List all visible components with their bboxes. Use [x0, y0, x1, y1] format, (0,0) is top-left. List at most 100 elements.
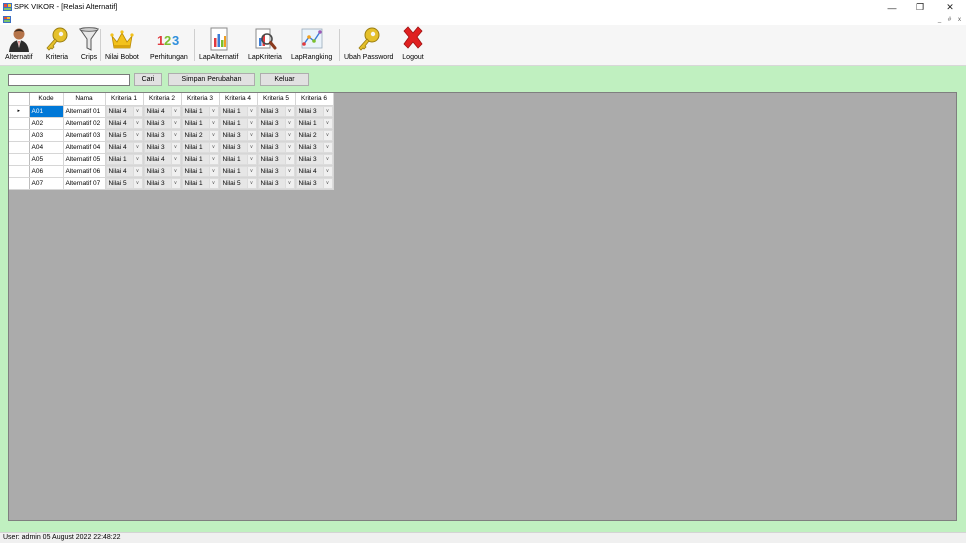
toolbar-crips-button[interactable]: Crips [76, 26, 102, 65]
cell-kriteria-3[interactable]: Nilai 1 ∨ [181, 105, 220, 118]
combo-box[interactable]: Nilai 3 ∨ [219, 129, 257, 141]
mdi-close-button[interactable]: x [955, 15, 964, 24]
chevron-down-icon[interactable]: ∨ [323, 129, 333, 141]
chevron-down-icon[interactable]: ∨ [323, 117, 333, 129]
cell-kriteria-3[interactable]: Nilai 1 ∨ [181, 165, 220, 178]
combo-box[interactable]: Nilai 3 ∨ [143, 117, 181, 129]
combo-box[interactable]: Nilai 1 ∨ [181, 117, 219, 129]
cell-kode[interactable]: A05 [29, 153, 64, 166]
cell-kode[interactable]: A04 [29, 141, 64, 154]
cell-kode[interactable]: A01 [29, 105, 64, 118]
cell-nama[interactable]: Alternatif 06 [63, 165, 106, 178]
toolbar-nilai-bobot-button[interactable]: Nilai Bobot [105, 26, 139, 65]
chevron-down-icon[interactable]: ∨ [209, 153, 219, 165]
chevron-down-icon[interactable]: ∨ [209, 117, 219, 129]
column-header-nama[interactable]: Nama [63, 93, 106, 106]
chevron-down-icon[interactable]: ∨ [209, 177, 219, 189]
chevron-down-icon[interactable]: ∨ [133, 129, 143, 141]
chevron-down-icon[interactable]: ∨ [133, 117, 143, 129]
cell-kriteria-6[interactable]: Nilai 4 ∨ [295, 165, 334, 178]
combo-box[interactable]: Nilai 1 ∨ [181, 177, 219, 189]
column-header-kriteria-1[interactable]: Kriteria 1 [105, 93, 144, 106]
combo-box[interactable]: Nilai 4 ∨ [105, 165, 143, 177]
combo-box[interactable]: Nilai 3 ∨ [295, 177, 333, 189]
table-row[interactable]: A06 Alternatif 06 Nilai 4 ∨ Nilai 3 ∨ Nilai 1 ∨… [9, 165, 334, 178]
chevron-down-icon[interactable]: ∨ [247, 105, 257, 117]
cell-nama[interactable]: Alternatif 03 [63, 129, 106, 142]
row-header[interactable] [9, 165, 30, 178]
cell-kriteria-5[interactable]: Nilai 3 ∨ [257, 165, 296, 178]
cell-kriteria-3[interactable]: Nilai 1 ∨ [181, 153, 220, 166]
cell-kriteria-6[interactable]: Nilai 2 ∨ [295, 129, 334, 142]
chevron-down-icon[interactable]: ∨ [209, 141, 219, 153]
combo-box[interactable]: Nilai 1 ∨ [181, 141, 219, 153]
cell-kriteria-2[interactable]: Nilai 3 ∨ [143, 177, 182, 190]
toolbar-ubah-password-button[interactable]: Ubah Password [344, 26, 393, 65]
combo-box[interactable]: Nilai 1 ∨ [219, 117, 257, 129]
combo-box[interactable]: Nilai 3 ∨ [143, 141, 181, 153]
table-row[interactable]: A02 Alternatif 02 Nilai 4 ∨ Nilai 3 ∨ Nilai 1 ∨… [9, 117, 334, 130]
table-row[interactable]: A04 Alternatif 04 Nilai 4 ∨ Nilai 3 ∨ Nilai 1 ∨… [9, 141, 334, 154]
chevron-down-icon[interactable]: ∨ [133, 165, 143, 177]
combo-box[interactable]: Nilai 1 ∨ [219, 105, 257, 117]
chevron-down-icon[interactable]: ∨ [285, 165, 295, 177]
chevron-down-icon[interactable]: ∨ [133, 177, 143, 189]
cell-kriteria-1[interactable]: Nilai 1 ∨ [105, 153, 144, 166]
search-input[interactable] [8, 74, 130, 86]
chevron-down-icon[interactable]: ∨ [323, 105, 333, 117]
cell-kode[interactable]: A03 [29, 129, 64, 142]
cell-kriteria-5[interactable]: Nilai 3 ∨ [257, 141, 296, 154]
cell-nama[interactable]: Alternatif 01 [63, 105, 106, 118]
combo-box[interactable]: Nilai 1 ∨ [181, 105, 219, 117]
combo-box[interactable]: Nilai 2 ∨ [181, 129, 219, 141]
row-header[interactable] [9, 129, 30, 142]
cell-kriteria-2[interactable]: Nilai 3 ∨ [143, 129, 182, 142]
mdi-restore-button[interactable]: # [945, 15, 954, 24]
row-header[interactable] [9, 153, 30, 166]
combo-box[interactable]: Nilai 3 ∨ [257, 177, 295, 189]
table-row[interactable]: A03 Alternatif 03 Nilai 5 ∨ Nilai 3 ∨ Nilai 2 ∨… [9, 129, 334, 142]
combo-box[interactable]: Nilai 3 ∨ [143, 129, 181, 141]
chevron-down-icon[interactable]: ∨ [247, 129, 257, 141]
cell-kriteria-4[interactable]: Nilai 1 ∨ [219, 153, 258, 166]
chevron-down-icon[interactable]: ∨ [247, 177, 257, 189]
chevron-down-icon[interactable]: ∨ [133, 141, 143, 153]
cell-nama[interactable]: Alternatif 05 [63, 153, 106, 166]
combo-box[interactable]: Nilai 3 ∨ [257, 141, 295, 153]
cell-kriteria-1[interactable]: Nilai 5 ∨ [105, 177, 144, 190]
chevron-down-icon[interactable]: ∨ [323, 153, 333, 165]
cell-kriteria-6[interactable]: Nilai 3 ∨ [295, 141, 334, 154]
chevron-down-icon[interactable]: ∨ [285, 153, 295, 165]
cell-nama[interactable]: Alternatif 04 [63, 141, 106, 154]
cell-kriteria-1[interactable]: Nilai 5 ∨ [105, 129, 144, 142]
restore-button[interactable]: ❐ [906, 0, 934, 15]
combo-box[interactable]: Nilai 3 ∨ [143, 165, 181, 177]
combo-box[interactable]: Nilai 1 ∨ [181, 165, 219, 177]
combo-box[interactable]: Nilai 3 ∨ [295, 141, 333, 153]
minimize-button[interactable]: — [878, 0, 906, 15]
chevron-down-icon[interactable]: ∨ [247, 117, 257, 129]
combo-box[interactable]: Nilai 4 ∨ [143, 153, 181, 165]
chevron-down-icon[interactable]: ∨ [209, 129, 219, 141]
cell-kriteria-6[interactable]: Nilai 3 ∨ [295, 105, 334, 118]
cell-kriteria-4[interactable]: Nilai 3 ∨ [219, 141, 258, 154]
combo-box[interactable]: Nilai 4 ∨ [105, 117, 143, 129]
combo-box[interactable]: Nilai 3 ∨ [143, 177, 181, 189]
row-header[interactable] [9, 177, 30, 190]
cell-kriteria-5[interactable]: Nilai 3 ∨ [257, 117, 296, 130]
combo-box[interactable]: Nilai 5 ∨ [105, 177, 143, 189]
combo-box[interactable]: Nilai 2 ∨ [295, 129, 333, 141]
cell-kriteria-4[interactable]: Nilai 1 ∨ [219, 117, 258, 130]
combo-box[interactable]: Nilai 4 ∨ [295, 165, 333, 177]
chevron-down-icon[interactable]: ∨ [171, 129, 181, 141]
combo-box[interactable]: Nilai 3 ∨ [257, 165, 295, 177]
cell-kode[interactable]: A02 [29, 117, 64, 130]
column-header-kriteria-6[interactable]: Kriteria 6 [295, 93, 334, 106]
cell-kriteria-4[interactable]: Nilai 1 ∨ [219, 105, 258, 118]
search-button[interactable]: Cari [134, 73, 162, 86]
combo-box[interactable]: Nilai 1 ∨ [219, 153, 257, 165]
cell-kriteria-4[interactable]: Nilai 5 ∨ [219, 177, 258, 190]
cell-kriteria-1[interactable]: Nilai 4 ∨ [105, 165, 144, 178]
cell-kriteria-6[interactable]: Nilai 3 ∨ [295, 153, 334, 166]
combo-box[interactable]: Nilai 4 ∨ [105, 105, 143, 117]
